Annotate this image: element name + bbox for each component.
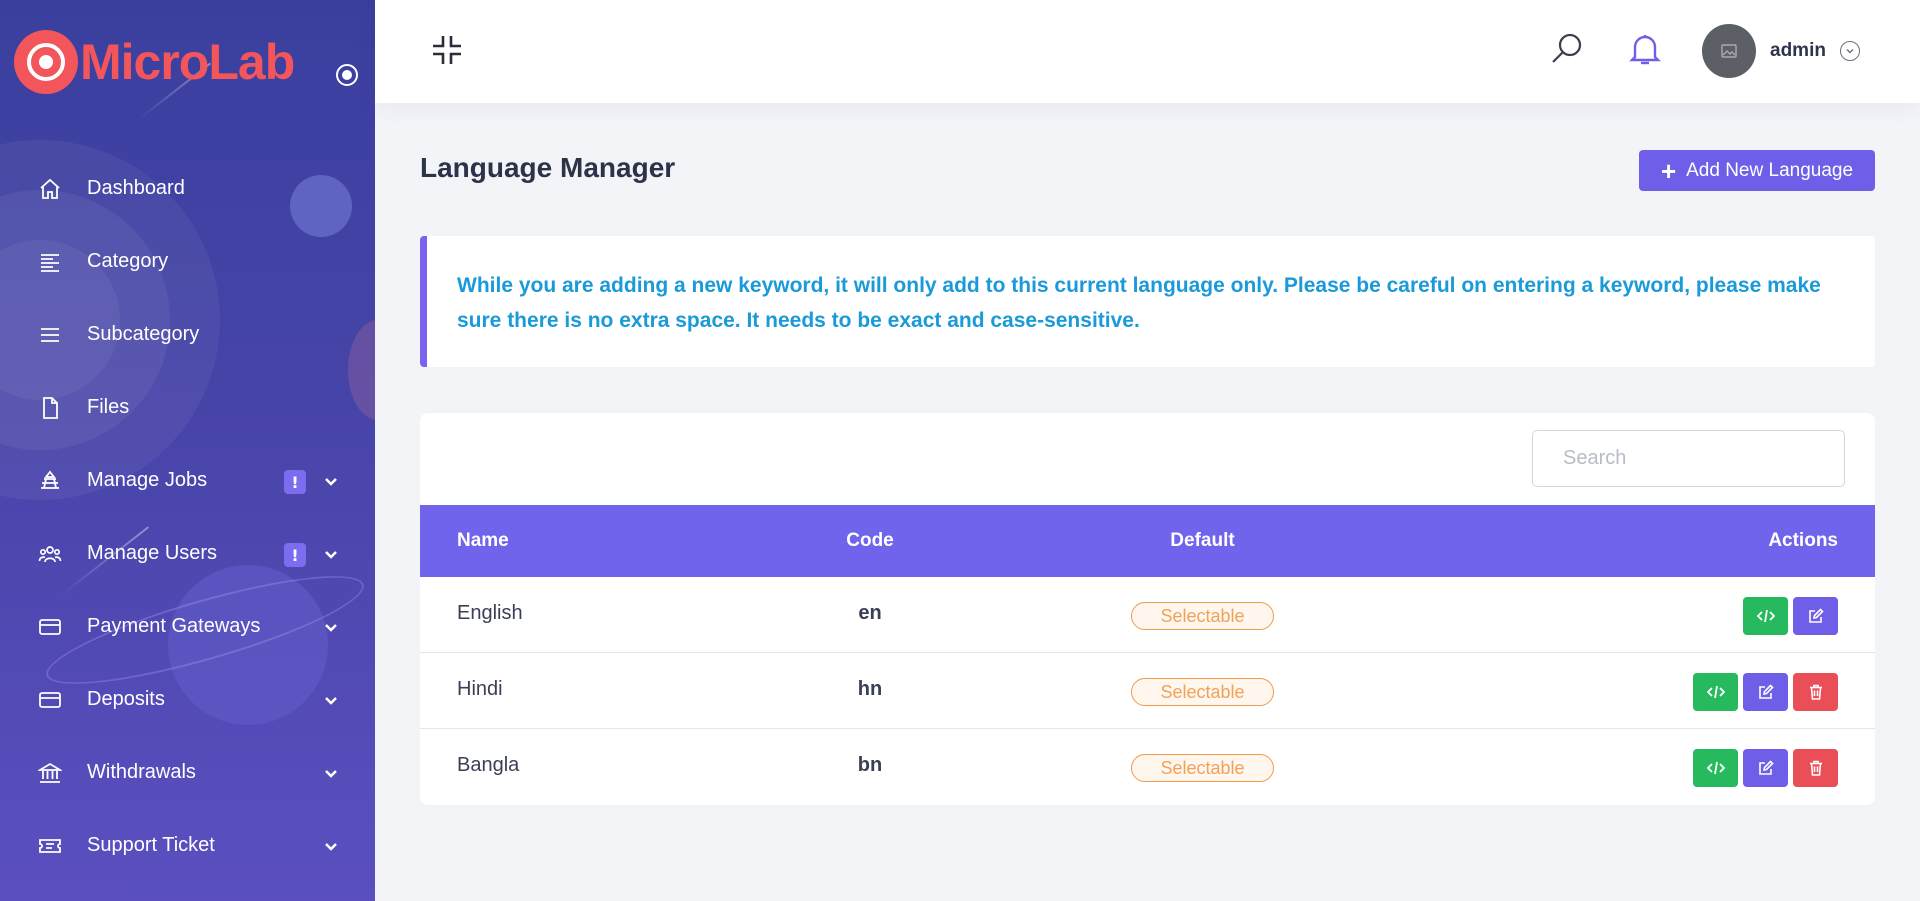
ticket-icon — [38, 834, 62, 858]
language-code: bn — [857, 754, 883, 776]
sidebar-item-label: Manage Jobs — [87, 469, 208, 491]
sidebar-item-label: Files — [87, 396, 130, 418]
brand-name: MicroLab — [80, 34, 295, 90]
jobs-icon — [38, 469, 62, 493]
chevron-down-icon — [1839, 41, 1860, 61]
add-new-language-button[interactable]: + Add New Language — [1639, 150, 1875, 191]
credit-card-icon — [38, 615, 62, 639]
table-row: English en Selectable — [420, 577, 1875, 653]
sidebar-item-withdrawals[interactable]: Withdrawals — [0, 736, 375, 809]
sidebar-item-dashboard[interactable]: Dashboard — [0, 152, 375, 225]
column-header-name: Name — [457, 530, 509, 551]
delete-button[interactable] — [1793, 749, 1838, 787]
sidebar-item-label: Payment Gateways — [87, 615, 261, 637]
avatar — [1702, 24, 1756, 78]
sidebar-item-category[interactable]: Category — [0, 225, 375, 298]
column-header-default: Default — [1170, 530, 1235, 551]
search-input[interactable] — [1532, 430, 1845, 487]
edit-keywords-button[interactable] — [1743, 597, 1788, 635]
sidebar-pin-toggle[interactable] — [336, 64, 358, 86]
chevron-down-icon[interactable] — [322, 692, 340, 710]
row-actions — [1693, 749, 1838, 787]
sidebar-item-label: Deposits — [87, 688, 165, 710]
column-header-actions: Actions — [1768, 530, 1838, 551]
topbar: admin — [375, 0, 1920, 103]
home-icon — [38, 177, 62, 201]
status-badge: Selectable — [1131, 754, 1274, 782]
bank-icon — [38, 761, 62, 785]
sidebar: MicroLab Dashboard Category Subcategory — [0, 0, 375, 901]
chevron-down-icon[interactable] — [322, 619, 340, 637]
sidebar-nav: Dashboard Category Subcategory Files Man… — [0, 152, 375, 882]
search-icon[interactable] — [1550, 32, 1584, 66]
users-icon — [38, 542, 62, 566]
credit-card-icon — [38, 688, 62, 712]
plus-icon: + — [1660, 155, 1677, 186]
sidebar-item-payment-gateways[interactable]: Payment Gateways — [0, 590, 375, 663]
sidebar-item-label: Manage Users — [87, 542, 218, 564]
sidebar-item-label: Withdrawals — [87, 761, 196, 783]
language-name: English — [457, 602, 523, 624]
edit-button[interactable] — [1743, 673, 1788, 711]
sidebar-item-support-ticket[interactable]: Support Ticket — [0, 809, 375, 882]
alert-badge: ! — [284, 470, 306, 494]
status-badge: Selectable — [1131, 678, 1274, 706]
chevron-down-icon[interactable] — [322, 838, 340, 856]
menu-lines-icon — [38, 323, 62, 347]
edit-keywords-button[interactable] — [1693, 673, 1738, 711]
language-name: Hindi — [457, 678, 503, 700]
logo-icon — [14, 30, 78, 94]
language-code: hn — [857, 678, 883, 700]
sidebar-item-files[interactable]: Files — [0, 371, 375, 444]
delete-button[interactable] — [1793, 673, 1838, 711]
languages-table-card: Name Code Default Actions English en Sel… — [420, 413, 1875, 805]
file-icon — [38, 396, 62, 420]
chevron-down-icon[interactable] — [322, 473, 340, 491]
table-row: Hindi hn Selectable — [420, 653, 1875, 729]
user-name: admin — [1770, 40, 1826, 61]
language-name: Bangla — [457, 754, 520, 776]
brand-logo[interactable]: MicroLab — [14, 30, 295, 94]
bell-icon[interactable] — [1629, 32, 1661, 66]
edit-button[interactable] — [1793, 597, 1838, 635]
sidebar-item-label: Subcategory — [87, 323, 200, 345]
sidebar-item-manage-jobs[interactable]: Manage Jobs ! — [0, 444, 375, 517]
sidebar-item-subcategory[interactable]: Subcategory — [0, 298, 375, 371]
alert-badge: ! — [284, 543, 306, 567]
status-badge: Selectable — [1131, 602, 1274, 630]
column-header-code: Code — [846, 530, 894, 551]
sidebar-item-label: Support Ticket — [87, 834, 215, 856]
row-actions — [1693, 673, 1838, 711]
table-header: Name Code Default Actions — [420, 505, 1875, 577]
table-row: Bangla bn Selectable — [420, 729, 1875, 805]
sidebar-item-manage-users[interactable]: Manage Users ! — [0, 517, 375, 590]
alert-text: While you are adding a new keyword, it w… — [457, 274, 1821, 332]
sidebar-item-label: Dashboard — [87, 177, 185, 199]
sidebar-item-label: Category — [87, 250, 169, 272]
user-menu[interactable]: admin — [1702, 24, 1860, 78]
info-alert: While you are adding a new keyword, it w… — [420, 236, 1875, 367]
edit-keywords-button[interactable] — [1693, 749, 1738, 787]
row-actions — [1743, 597, 1838, 635]
add-new-language-label: Add New Language — [1686, 159, 1854, 181]
category-lines-icon — [38, 250, 62, 274]
chevron-down-icon[interactable] — [322, 546, 340, 564]
collapse-screen-icon[interactable] — [431, 34, 463, 66]
page-title: Language Manager — [420, 152, 676, 183]
language-code: en — [858, 602, 882, 624]
edit-button[interactable] — [1743, 749, 1788, 787]
sidebar-item-deposits[interactable]: Deposits — [0, 663, 375, 736]
chevron-down-icon[interactable] — [322, 765, 340, 783]
